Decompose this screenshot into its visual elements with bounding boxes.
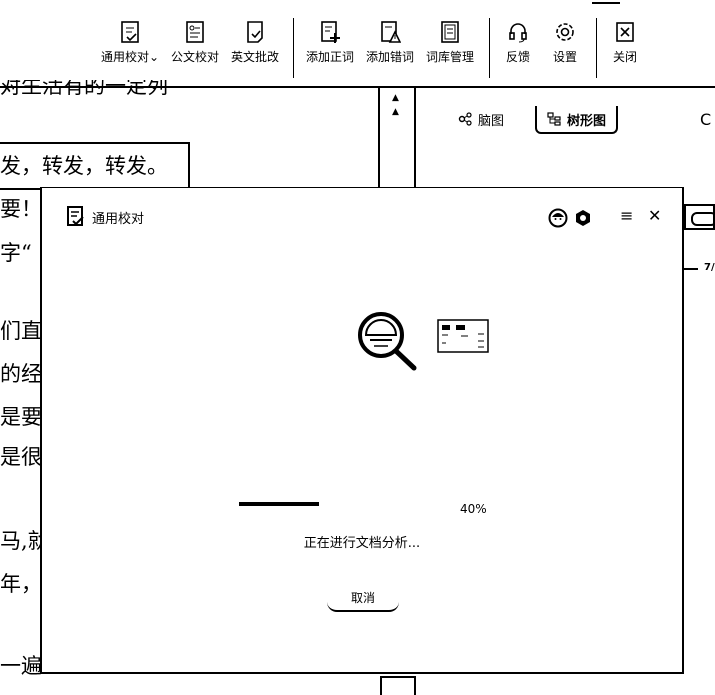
document-line: 年， — [0, 572, 42, 596]
tab-tree-label: 树形图 — [567, 113, 607, 129]
add-error-word-label: 添加错词 — [366, 50, 415, 64]
official-doc-icon — [186, 21, 204, 43]
document-line: 是很 — [0, 445, 42, 469]
proofread-dialog: 通用校对 ≡ ✕ 40% 正在进行文档分析... 取消 — [40, 187, 684, 674]
official-doc-proofread-label: 公文校对 — [171, 50, 220, 64]
official-doc-proofread-button[interactable]: 公文校对 — [171, 20, 219, 76]
add-word-icon — [321, 21, 340, 43]
progress-bar-fill — [239, 502, 319, 506]
document-line: 是要 — [0, 405, 42, 429]
document-analysis-illustration — [358, 312, 489, 371]
english-correct-icon — [247, 21, 263, 43]
chevron-down-icon[interactable]: ⌄ — [149, 50, 159, 64]
page-marker-line — [684, 268, 698, 270]
settings-button[interactable]: 设置 — [553, 20, 577, 76]
toolbar: 通用校对⌄ 公文校对 英文批改 添加正词 添加错词 词库管理 反馈 设置 关闭 — [0, 0, 715, 88]
scroll-up-icon[interactable]: ▲ — [392, 108, 399, 117]
document-line: 要！ — [0, 197, 42, 221]
english-correct-label: 英文批改 — [231, 50, 280, 64]
window-top-line — [592, 2, 620, 4]
proofread-check-icon — [121, 21, 139, 43]
document-line: 们直 — [0, 319, 42, 343]
close-label: 关闭 — [613, 50, 638, 64]
add-error-word-icon — [381, 21, 401, 43]
cancel-button[interactable]: 取消 — [327, 584, 399, 612]
refresh-icon[interactable]: C — [700, 110, 711, 129]
add-correct-word-button[interactable]: 添加正词 — [306, 20, 354, 76]
proofread-check-icon — [67, 206, 84, 226]
document-line: 字“ — [0, 241, 32, 265]
feedback-label: 反馈 — [506, 50, 531, 64]
progress-percent: 40% — [460, 502, 487, 516]
tab-mindmap[interactable]: 脑图 — [458, 106, 504, 132]
add-error-word-button[interactable]: 添加错词 — [366, 20, 414, 76]
progress-bar — [239, 502, 439, 506]
tab-tree[interactable]: 树形图 — [535, 106, 619, 134]
panel-scroll-control[interactable]: ▲ ▲ — [378, 88, 416, 190]
assistant-avatar-icon[interactable] — [548, 208, 568, 228]
close-button[interactable]: 关闭 — [613, 20, 637, 76]
general-proofread-label: 通用校对 — [101, 50, 150, 64]
tab-mindmap-label: 脑图 — [478, 113, 505, 129]
general-proofread-button[interactable]: 通用校对⌄ — [101, 20, 159, 76]
dictionary-manage-label: 词库管理 — [426, 50, 475, 64]
headset-icon — [509, 23, 527, 43]
dictionary-manage-button[interactable]: 词库管理 — [426, 20, 474, 76]
mindmap-icon — [458, 112, 472, 126]
toolbar-divider — [293, 18, 294, 78]
menu-icon[interactable]: ≡ — [620, 206, 633, 225]
bottom-scroll-control[interactable] — [380, 676, 416, 695]
close-icon[interactable]: ✕ — [648, 206, 661, 225]
toolbar-divider — [596, 18, 597, 78]
scroll-top-icon[interactable]: ▲ — [392, 94, 399, 103]
close-box-icon — [616, 22, 634, 42]
dialog-title: 通用校对 — [92, 212, 145, 227]
document-line: 一遍 — [0, 654, 42, 678]
skin-theme-icon[interactable] — [574, 208, 592, 228]
page-marker: 7/ — [704, 262, 715, 273]
settings-label: 设置 — [553, 50, 578, 64]
dictionary-icon — [441, 21, 459, 43]
tree-icon — [547, 112, 561, 126]
status-text: 正在进行文档分析... — [303, 536, 421, 551]
gear-icon — [556, 23, 574, 41]
panel-toggle-icon[interactable] — [684, 204, 715, 230]
add-correct-word-label: 添加正词 — [306, 50, 355, 64]
english-correct-button[interactable]: 英文批改 — [231, 20, 279, 76]
document-line: 的经 — [0, 362, 42, 386]
feedback-button[interactable]: 反馈 — [506, 20, 530, 76]
document-line: 发，转发，转发。 — [0, 154, 168, 178]
toolbar-divider — [489, 18, 490, 78]
